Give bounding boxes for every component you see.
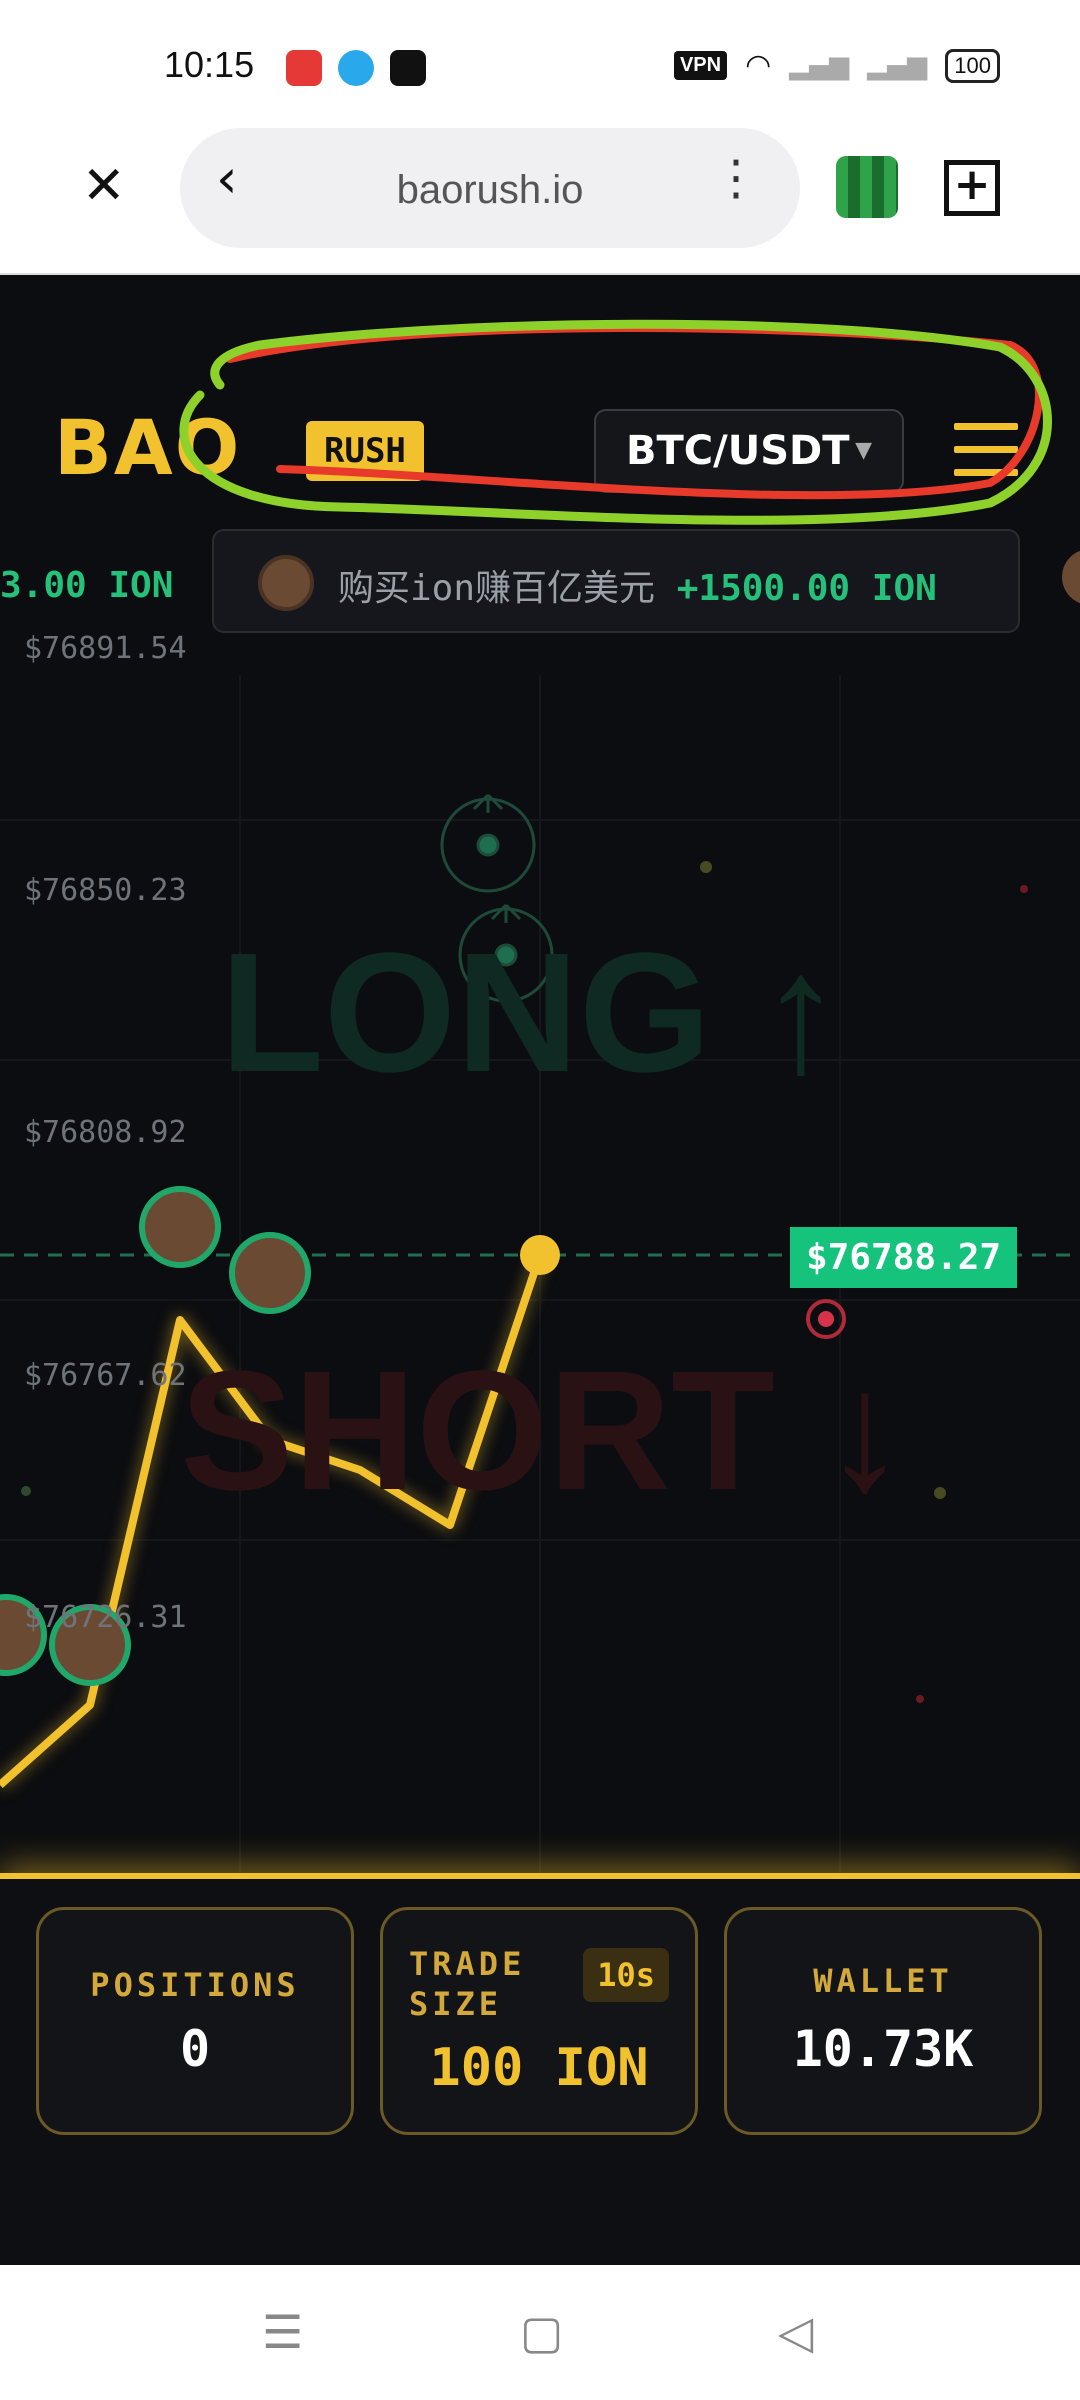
- bao-logo[interactable]: BAO: [54, 403, 241, 492]
- price-tick-3: $76808.92: [24, 1115, 187, 1150]
- plus-icon: +: [953, 159, 991, 210]
- signal-icon-2: ▂▄▆: [867, 50, 928, 81]
- duration-badge[interactable]: 10s: [583, 1948, 669, 2002]
- new-tab-button[interactable]: +: [944, 160, 1000, 216]
- home-nav-icon[interactable]: ▢: [520, 2309, 563, 2355]
- url-text[interactable]: baorush.io: [180, 168, 800, 213]
- telegram-icon: [338, 50, 374, 86]
- bottom-panel: POSITIONS 0 TRADE SIZE 10s 100 ION WALLE…: [0, 1873, 1080, 2265]
- wifi-icon: ◠: [745, 48, 772, 83]
- status-icons: VPN ◠ ▂▄▆ ▂▄▆ 100: [673, 48, 1000, 83]
- current-price-dot: [520, 1235, 560, 1275]
- menu-nav-icon[interactable]: ☰: [262, 2309, 303, 2355]
- wallet-label: WALLET: [813, 1962, 953, 2000]
- ticker-item: 购买ion赚百亿美元 +1500.00 ION: [212, 529, 1020, 633]
- youtube-icon: [286, 50, 322, 86]
- price-tick-2: $76850.23: [24, 873, 187, 908]
- ticker-item-previous: 3.00 ION: [0, 565, 174, 606]
- avatar: [258, 555, 314, 611]
- chevron-down-icon: ▼: [855, 438, 872, 463]
- rush-badge: RUSH: [306, 421, 424, 481]
- status-bar: 10:15 VPN ◠ ▂▄▆ ▂▄▆ 100: [0, 0, 1080, 120]
- current-price-badge: $76788.27: [790, 1227, 1018, 1288]
- price-tick-1: $76891.54: [24, 631, 187, 666]
- wallet-card[interactable]: WALLET 10.73K: [724, 1907, 1042, 2135]
- battery-icon: 100: [945, 48, 1000, 83]
- ticker-message: 购买ion赚百亿美元: [338, 568, 656, 609]
- address-bar[interactable]: ‹ baorush.io ⋮: [180, 128, 800, 248]
- trading-app: LONG ↑ SHORT ↓ $76891.54 $76850.23 $7680…: [0, 275, 1080, 2265]
- hamburger-menu-icon[interactable]: [954, 423, 1018, 492]
- positions-value: 0: [179, 2020, 211, 2078]
- system-navigation-bar: ☰ ▢ ◁: [0, 2265, 1080, 2400]
- vpn-badge: VPN: [673, 51, 728, 80]
- trade-size-value: 100 ION: [429, 2038, 649, 2098]
- pair-label: BTC/USDT: [626, 428, 850, 474]
- close-icon[interactable]: ✕: [82, 160, 126, 212]
- signal-icon: ▂▄▆: [789, 50, 850, 81]
- long-zone-label: LONG ↑: [220, 918, 844, 1108]
- wallet-value: 10.73K: [792, 2020, 974, 2078]
- price-tick-4: $76767.62: [24, 1358, 187, 1393]
- trade-size-card[interactable]: TRADE SIZE 10s 100 ION: [380, 1907, 698, 2135]
- browser-toolbar: ✕ ‹ baorush.io ⋮ +: [0, 120, 1080, 275]
- short-zone-label: SHORT ↓: [180, 1336, 908, 1526]
- price-tick-5: $76726.31: [24, 1600, 187, 1635]
- ticker-amount: +1500.00 ION: [676, 568, 937, 609]
- extension-icon[interactable]: [836, 156, 898, 218]
- trade-size-label: TRADE SIZE: [409, 1945, 526, 2023]
- positions-label: POSITIONS: [90, 1966, 300, 2004]
- pair-selector[interactable]: BTC/USDT ▼: [594, 409, 904, 493]
- positions-card[interactable]: POSITIONS 0: [36, 1907, 354, 2135]
- back-nav-icon[interactable]: ◁: [778, 2309, 813, 2355]
- tiktok-icon: [390, 50, 426, 86]
- status-time: 10:15: [164, 44, 255, 85]
- more-options-icon[interactable]: ⋮: [712, 154, 760, 202]
